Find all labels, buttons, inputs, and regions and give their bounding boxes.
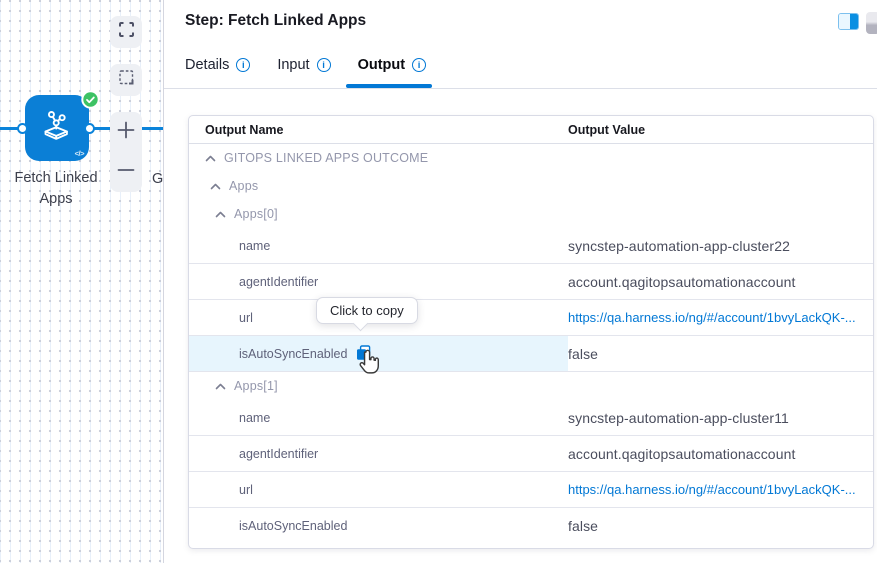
- output-value: false: [568, 345, 599, 362]
- step-details-panel: Step: Fetch Linked Apps Details i Input …: [164, 0, 877, 563]
- copy-icon[interactable]: [356, 345, 371, 366]
- chevron-up-icon: [205, 149, 216, 167]
- gitops-app-icon: [38, 107, 76, 150]
- group-row[interactable]: Apps[1]: [189, 372, 873, 400]
- fullscreen-icon: [118, 21, 135, 43]
- chevron-up-icon: [210, 177, 221, 195]
- next-node-label: G: [152, 171, 163, 187]
- node-label: Fetch Linked Apps: [14, 170, 98, 207]
- info-icon[interactable]: i: [236, 58, 251, 72]
- output-name: isAutoSyncEnabled: [239, 346, 348, 361]
- tab-output-label: Output: [357, 57, 406, 73]
- group-label: Apps[0]: [234, 207, 278, 221]
- split-panel-left: [839, 14, 851, 29]
- zoom-in-button[interactable]: [110, 112, 142, 152]
- output-row: isAutoSyncEnabled false: [189, 508, 873, 544]
- column-output-name: Output Name: [205, 122, 284, 137]
- output-row: isAutoSyncEnabled false: [189, 336, 873, 372]
- chevron-up-icon: [215, 205, 226, 223]
- tab-bar: Details i Input i Output i: [185, 57, 427, 73]
- output-name: name: [239, 238, 271, 253]
- marquee-select-button[interactable]: [110, 64, 142, 96]
- zoom-out-button[interactable]: [110, 152, 142, 192]
- output-table: Output Name Output Value GITOPS LINKED A…: [188, 115, 874, 549]
- success-check-badge-icon: [81, 90, 100, 109]
- output-value: syncstep-automation-app-cluster11: [568, 409, 789, 426]
- group-row[interactable]: Apps: [189, 172, 873, 200]
- output-row: agentIdentifier account.qagitopsautomatio…: [189, 436, 873, 472]
- output-row: name syncstep-automation-app-cluster11: [189, 400, 873, 436]
- marquee-select-icon: [118, 69, 135, 91]
- output-table-header: Output Name Output Value: [189, 116, 873, 144]
- zoom-in-icon: [117, 121, 135, 144]
- output-name: agentIdentifier: [239, 446, 319, 461]
- tab-details-label: Details: [185, 57, 230, 73]
- output-row: name syncstep-automation-app-cluster22: [189, 228, 873, 264]
- step-node-fetch-linked-apps[interactable]: </>: [25, 95, 89, 161]
- tab-output[interactable]: Output i: [358, 57, 427, 73]
- output-value: account.qagitopsautomationaccount: [568, 445, 796, 462]
- code-glyph: </>: [74, 149, 85, 158]
- copy-tooltip-text: Click to copy: [330, 303, 404, 318]
- group-label: Apps[1]: [234, 379, 278, 393]
- info-icon[interactable]: i: [316, 58, 331, 72]
- panel-title: Step: Fetch Linked Apps: [185, 12, 367, 29]
- active-tab-underline: [346, 84, 432, 88]
- group-label: Apps: [229, 179, 259, 193]
- output-value-link[interactable]: https://qa.harness.io/ng/#/account/1bvyL…: [568, 482, 856, 497]
- tabs-divider: [164, 88, 877, 89]
- clipped-edge-control[interactable]: [866, 12, 877, 34]
- output-name: agentIdentifier: [239, 274, 319, 289]
- output-name: name: [239, 410, 271, 425]
- output-value: syncstep-automation-app-cluster22: [568, 237, 790, 254]
- output-name: isAutoSyncEnabled: [239, 519, 348, 533]
- pipeline-canvas[interactable]: </> Fetch Linked Apps G: [0, 0, 163, 563]
- output-table-rows: GITOPS LINKED APPS OUTCOME Apps Apps[0] nam…: [189, 144, 873, 544]
- output-name: url: [239, 482, 253, 497]
- node-port-out[interactable]: [84, 122, 95, 134]
- output-value-link[interactable]: https://qa.harness.io/ng/#/account/1bvyL…: [568, 310, 856, 325]
- group-row[interactable]: GITOPS LINKED APPS OUTCOME: [189, 144, 873, 172]
- fullscreen-button[interactable]: [110, 16, 142, 48]
- tab-input-label: Input: [277, 57, 310, 73]
- tab-input[interactable]: Input i: [277, 57, 331, 73]
- output-row: url https://qa.harness.io/ng/#/account/1b…: [189, 472, 873, 508]
- group-row[interactable]: Apps[0]: [189, 200, 873, 228]
- column-output-value: Output Value: [568, 122, 646, 137]
- split-panel-right: [850, 14, 858, 29]
- split-panel-icon[interactable]: [838, 13, 859, 30]
- info-icon[interactable]: i: [412, 58, 427, 72]
- copy-tooltip: Click to copy: [316, 297, 418, 324]
- output-value: false: [568, 518, 599, 534]
- tab-details[interactable]: Details i: [185, 57, 251, 73]
- zoom-controls: [110, 112, 142, 192]
- zoom-out-icon: [117, 161, 135, 184]
- node-port-in[interactable]: [17, 122, 28, 134]
- output-row: agentIdentifier account.qagitopsautomatio…: [189, 264, 873, 300]
- output-value: account.qagitopsautomationaccount: [568, 273, 796, 290]
- chevron-up-icon: [215, 377, 226, 395]
- output-name: url: [239, 310, 253, 325]
- output-row: url https://qa.harness.io/ng/#/account/1b…: [189, 300, 873, 336]
- group-label: GITOPS LINKED APPS OUTCOME: [224, 151, 429, 165]
